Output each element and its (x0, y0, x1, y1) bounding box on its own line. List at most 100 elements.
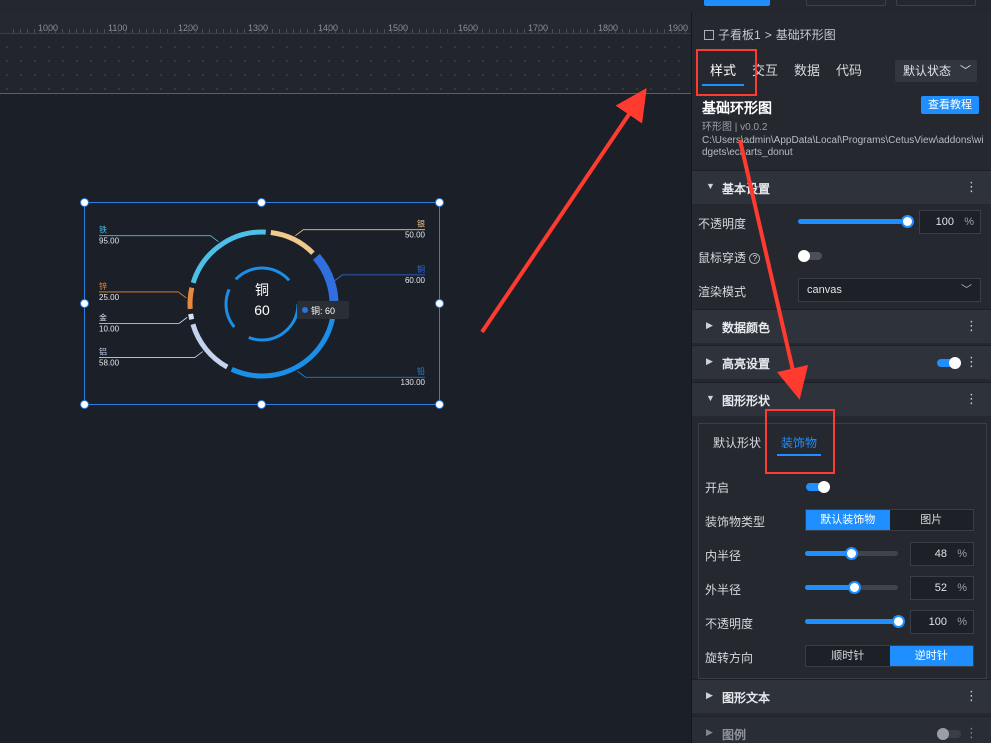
outer-radius-input[interactable]: 52 % (910, 576, 974, 600)
tab-code[interactable]: 代码 (828, 60, 870, 86)
tab-data[interactable]: 数据 (786, 60, 828, 86)
ruler-tick (111, 29, 112, 33)
ruler-tick (27, 29, 28, 33)
more-icon[interactable]: ⋮ (965, 688, 978, 704)
resize-handle-tl[interactable] (80, 198, 89, 207)
rotation-counterclockwise[interactable]: 逆时针 (889, 646, 973, 666)
widget-path: C:\Users\admin\AppData\Local\Programs\Ce… (702, 135, 984, 158)
label-leader-line (297, 370, 425, 378)
resize-handle-br[interactable] (435, 400, 444, 409)
breadcrumb-separator: > (764, 27, 772, 42)
toolbar-button[interactable] (896, 0, 976, 6)
outer-radius-slider[interactable] (805, 581, 898, 594)
resize-handle-tr[interactable] (435, 198, 444, 207)
donut-chart-widget[interactable]: 银 50.00 铜 60.00 铅 130.00 铝 58.00 金 10.00 锌 25.00 铁 95… (80, 198, 444, 409)
ruler-tick (272, 29, 273, 33)
donut-slice[interactable] (190, 323, 229, 370)
ruler-tick (174, 29, 175, 33)
ruler-tick (566, 29, 567, 33)
slider-knob[interactable] (901, 215, 914, 228)
slider-knob[interactable] (848, 581, 861, 594)
more-icon[interactable]: ⋮ (965, 318, 978, 334)
design-canvas[interactable] (0, 94, 691, 743)
ruler-tick (461, 29, 462, 33)
donut-slice[interactable] (270, 230, 315, 255)
ruler-tick (615, 29, 616, 33)
toolbar-button[interactable] (806, 0, 886, 6)
ruler-tick (538, 26, 539, 33)
ruler-tick (321, 29, 322, 33)
resize-handle-r[interactable] (435, 299, 444, 308)
chevron-down-icon: ﹀ (961, 284, 972, 296)
slice-name-label: 铁 (99, 225, 107, 235)
ruler-tick (62, 29, 63, 33)
rotation-segment: 顺时针 逆时针 (805, 645, 974, 667)
caret-down-icon: ▼ (706, 181, 715, 191)
horizontal-ruler[interactable]: 1000110012001300140015001600170018001900 (0, 12, 707, 34)
donut-slice[interactable] (188, 313, 195, 320)
section-basic-settings[interactable]: ▼ 基本设置 ⋮ (692, 170, 991, 204)
section-highlight[interactable]: ▶ 高亮设置 ⋮ (692, 345, 991, 379)
center-value: 60 (254, 302, 270, 318)
caret-right-icon: ▶ (706, 356, 713, 366)
section-data-colors[interactable]: ▶ 数据颜色 ⋮ (692, 309, 991, 343)
highlight-toggle[interactable] (937, 357, 961, 369)
view-tutorial-button[interactable]: 查看教程 (921, 96, 979, 114)
decor-opacity-value: 100 (928, 616, 947, 628)
slice-name-label: 铅 (417, 366, 425, 376)
slider-knob[interactable] (845, 547, 858, 560)
section-shape[interactable]: ▼ 图形形状 ⋮ (692, 382, 991, 416)
inner-radius-slider[interactable] (805, 547, 898, 560)
resize-handle-bl[interactable] (80, 400, 89, 409)
ruler-tick (503, 29, 504, 33)
render-mode-value: canvas (807, 284, 842, 296)
more-icon[interactable]: ⋮ (965, 725, 978, 741)
ruler-tick (265, 29, 266, 33)
donut-slice[interactable] (190, 229, 266, 284)
rotation-clockwise[interactable]: 顺时针 (806, 646, 890, 666)
slider-knob[interactable] (892, 615, 905, 628)
resize-handle-b[interactable] (257, 400, 266, 409)
decor-type-image[interactable]: 图片 (889, 510, 973, 530)
ruler-tick (41, 29, 42, 33)
ruler-tick (293, 29, 294, 33)
enable-toggle[interactable] (806, 481, 830, 493)
ruler-tick (419, 29, 420, 33)
decor-type-default[interactable]: 默认装饰物 (806, 510, 890, 530)
resize-handle-t[interactable] (257, 198, 266, 207)
state-select[interactable]: 默认状态 ﹀ (895, 60, 977, 82)
more-icon[interactable]: ⋮ (965, 354, 978, 370)
opacity-input[interactable]: 100 % (919, 210, 981, 234)
ruler-tick (510, 29, 511, 33)
rotation-label: 旋转方向 (705, 651, 754, 665)
more-icon[interactable]: ⋮ (965, 179, 978, 195)
ruler-tick (475, 29, 476, 33)
toolbar-primary-button[interactable] (704, 0, 770, 6)
donut-slice[interactable] (187, 287, 195, 310)
resize-handle-l[interactable] (80, 299, 89, 308)
board-icon (704, 29, 714, 40)
legend-toggle[interactable] (937, 728, 961, 740)
slice-value-label: 10.00 (99, 324, 120, 333)
section-label: 高亮设置 (722, 357, 771, 371)
opacity-slider[interactable] (798, 215, 914, 228)
inner-radius-input[interactable]: 48 % (910, 542, 974, 566)
subtab-default-shape[interactable]: 默认形状 (713, 434, 761, 456)
donut-slice[interactable] (230, 315, 336, 379)
section-label: 数据颜色 (722, 321, 771, 335)
render-mode-select[interactable]: canvas ﹀ (798, 278, 981, 302)
ruler-tick (517, 29, 518, 33)
breadcrumb-parent[interactable]: 子看板1 (718, 26, 761, 43)
help-icon[interactable]: ? (749, 253, 761, 265)
ruler-tick (440, 29, 441, 33)
more-icon[interactable]: ⋮ (965, 391, 978, 407)
decor-opacity-slider[interactable] (805, 615, 905, 628)
mouse-passthrough-toggle[interactable] (798, 250, 822, 262)
opacity-value: 100 (935, 216, 954, 228)
section-legend[interactable]: ▶ 图例 ⋮ (692, 716, 991, 743)
ruler-tick (643, 29, 644, 33)
section-shape-text[interactable]: ▶ 图形文本 ⋮ (692, 679, 991, 713)
decor-opacity-input[interactable]: 100 % (910, 610, 974, 634)
ruler-tick (202, 29, 203, 33)
mouse-passthrough-text: 鼠标穿透 (698, 251, 747, 265)
